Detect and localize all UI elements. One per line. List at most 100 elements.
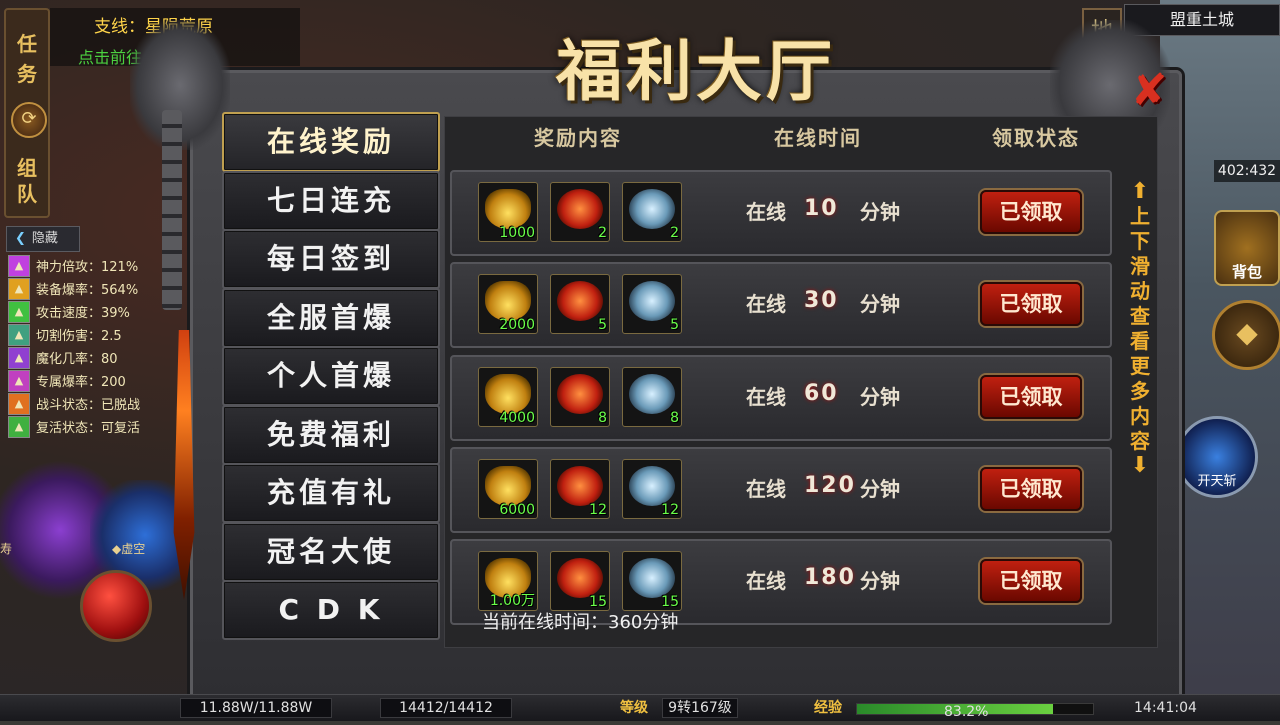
buff-item: ▲ 切割伤害：2.5 <box>8 323 158 346</box>
buff-label: 神力倍攻：121% <box>36 260 139 275</box>
fire-orb-item[interactable]: 8 <box>550 366 610 427</box>
online-label: 在线 <box>746 384 786 409</box>
buff-icon: ▲ <box>8 324 30 346</box>
arrow-down-icon: ⬇ <box>1130 453 1150 478</box>
menu-item-9[interactable]: C D K <box>222 580 440 640</box>
buff-label: 魔化几率：80 <box>36 352 118 367</box>
collapse-arrow-icon: ❮ <box>15 231 26 246</box>
gold-ingot-item[interactable]: 6000 <box>478 458 538 519</box>
menu-item-6[interactable]: 免费福利 <box>222 404 440 465</box>
online-minutes: 180 <box>804 565 856 591</box>
minute-label: 分钟 <box>860 292 900 317</box>
menu-item-8[interactable]: 冠名大使 <box>222 521 440 582</box>
mp-value: 14412/14412 <box>380 698 512 718</box>
menu-item-2[interactable]: 七日连充 <box>222 170 440 231</box>
quest-tab-char-1[interactable]: 任 <box>6 32 48 56</box>
scroll-hint-char: 滑 <box>1130 254 1150 278</box>
ice-crystal-item[interactable]: 5 <box>622 274 682 335</box>
header-time: 在线时间 <box>774 126 862 150</box>
hide-label: 隐藏 <box>31 231 58 246</box>
buff-icon: ▲ <box>8 370 30 392</box>
item-count: 2 <box>598 225 607 241</box>
gold-ingot-item[interactable]: 2000 <box>478 274 538 335</box>
claimed-button[interactable]: 已领取 <box>980 466 1082 511</box>
fire-orb-item[interactable]: 5 <box>550 274 610 335</box>
online-label: 在线 <box>746 292 786 317</box>
ice-item-icon <box>629 558 675 599</box>
online-label: 在线 <box>746 569 786 594</box>
claimed-button[interactable]: 已领取 <box>980 374 1082 419</box>
attack-orb-button[interactable] <box>80 570 152 642</box>
buff-item: ▲ 装备爆率：564% <box>8 277 158 300</box>
menu-item-4[interactable]: 全服首爆 <box>222 287 440 348</box>
menu-item-7[interactable]: 充值有礼 <box>222 463 440 523</box>
exp-label: 经验 <box>814 700 842 716</box>
bag-button[interactable]: 背包 <box>1214 210 1280 286</box>
fire-orb-item[interactable]: 15 <box>550 551 610 612</box>
item-count: 5 <box>598 317 607 334</box>
scroll-hint-char: 动 <box>1130 279 1150 303</box>
ice-crystal-item[interactable]: 12 <box>622 458 682 519</box>
scroll-hint-char: 更 <box>1130 354 1150 378</box>
ice-item-icon <box>629 373 675 414</box>
minute-label: 分钟 <box>860 569 900 594</box>
exp-percent: 83.2% <box>944 704 989 720</box>
fire-orb-item[interactable]: 12 <box>550 458 610 519</box>
menu-item-5[interactable]: 个人首爆 <box>222 346 440 406</box>
switch-icon[interactable]: ⟳ <box>11 102 47 138</box>
ice-crystal-item[interactable]: 2 <box>622 182 682 242</box>
buff-label: 战斗状态：已脱战 <box>36 398 141 413</box>
scroll-hint-char: 容 <box>1130 429 1150 453</box>
buff-label: 攻击速度：39% <box>36 306 130 321</box>
claimed-button[interactable]: 已领取 <box>980 190 1082 234</box>
item-count: 4000 <box>499 409 535 426</box>
quest-tab-char-2[interactable]: 务 <box>6 62 48 86</box>
close-button[interactable]: ✘ <box>1124 66 1174 116</box>
buff-item: ▲ 复活状态：可复活 <box>8 415 158 438</box>
current-online-time: 当前在线时间：360分钟 <box>482 612 679 633</box>
buff-icon: ▲ <box>8 347 30 369</box>
gold-item-icon <box>485 465 531 506</box>
clock: 14:41:04 <box>1134 700 1197 716</box>
buff-icon: ▲ <box>8 416 30 438</box>
ice-crystal-item[interactable]: 15 <box>622 551 682 612</box>
menu-item-3[interactable]: 每日签到 <box>222 229 440 289</box>
reward-row: 6000 12 12 在线 120 分钟 已领取 <box>450 446 1112 533</box>
item-count: 5 <box>670 317 679 334</box>
left-skill-label-1: 寿 <box>0 542 13 556</box>
claimed-button[interactable]: 已领取 <box>980 282 1082 327</box>
hide-buffs-button[interactable]: ❮ 隐藏 <box>6 226 80 252</box>
item-count: 1000 <box>499 225 535 241</box>
ice-item-icon <box>629 189 675 229</box>
skill-kaitian-button[interactable]: 开天斩 <box>1176 416 1258 498</box>
reward-row: 1000 2 2 在线 10 分钟 已领取 <box>450 170 1112 256</box>
menu-diamond-icon[interactable]: ◆ <box>1212 300 1280 370</box>
buff-item: ▲ 神力倍攻：121% <box>8 254 158 277</box>
team-tab-char-2[interactable]: 队 <box>6 182 48 206</box>
online-minutes: 10 <box>804 196 839 221</box>
gold-ingot-item[interactable]: 4000 <box>478 366 538 427</box>
ice-item-icon <box>629 281 675 322</box>
team-tab-char-1[interactable]: 组 <box>6 156 48 180</box>
gold-ingot-item[interactable]: 1000 <box>478 182 538 242</box>
scroll-hint-char: 多 <box>1130 379 1150 403</box>
online-label: 在线 <box>746 200 786 224</box>
fire-orb-item[interactable]: 2 <box>550 182 610 242</box>
left-skill-label-2: ◆虚空 <box>112 542 146 556</box>
ice-crystal-item[interactable]: 8 <box>622 366 682 427</box>
item-count: 6000 <box>499 501 535 518</box>
online-minutes: 120 <box>804 472 856 498</box>
gold-ingot-item[interactable]: 1.00万 <box>478 551 538 612</box>
player-coordinates: 402:432 <box>1214 160 1280 182</box>
online-minutes: 60 <box>804 380 839 406</box>
buff-item: ▲ 魔化几率：80 <box>8 346 158 369</box>
claimed-button[interactable]: 已领取 <box>980 559 1082 604</box>
buff-icon: ▲ <box>8 278 30 300</box>
gold-item-icon <box>485 189 531 229</box>
scroll-hint-char: 下 <box>1130 229 1150 253</box>
buff-label: 专属爆率：200 <box>36 375 126 390</box>
buff-label: 装备爆率：564% <box>36 283 139 298</box>
menu-item-1[interactable]: 在线奖励 <box>222 112 440 172</box>
scroll-hint-char: 上 <box>1130 204 1150 228</box>
fire-item-icon <box>557 558 603 599</box>
